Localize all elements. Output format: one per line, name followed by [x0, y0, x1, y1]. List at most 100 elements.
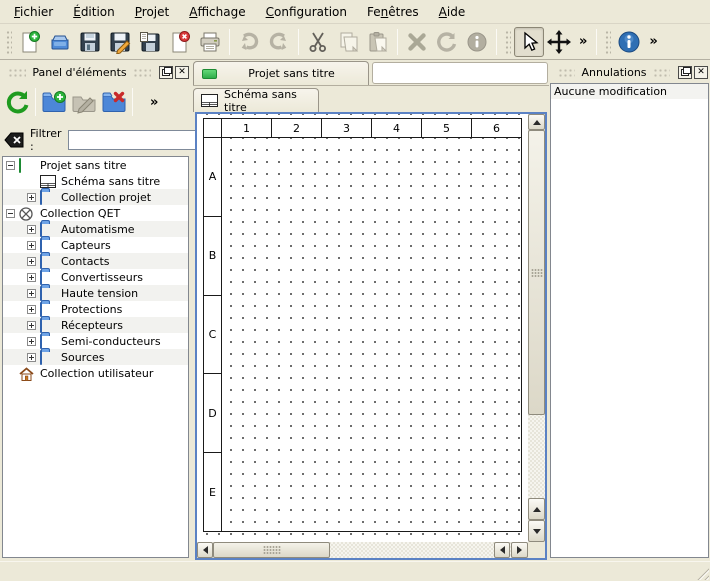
toolbar-overflow-button[interactable]: »	[574, 34, 592, 49]
expand-icon[interactable]	[27, 321, 36, 330]
tree-item-contacts[interactable]: Contacts	[3, 253, 188, 269]
tree-item-projet-sans-titre[interactable]: Projet sans titre	[3, 157, 188, 173]
undo-icon	[237, 30, 261, 54]
redo-button[interactable]	[264, 27, 294, 57]
print-button[interactable]	[195, 27, 225, 57]
undo-list-item[interactable]: Aucune modification	[551, 84, 708, 99]
new-document-button[interactable]	[15, 27, 45, 57]
expand-icon[interactable]	[27, 305, 36, 314]
expand-icon[interactable]	[27, 225, 36, 234]
schema-icon	[201, 94, 218, 107]
expand-icon[interactable]	[27, 353, 36, 362]
tree-item-collection-projet[interactable]: Collection projet	[3, 189, 188, 205]
column-header: 1	[222, 119, 272, 137]
horizontal-scrollbar[interactable]	[197, 542, 528, 558]
scroll-up-button-2[interactable]	[528, 498, 545, 520]
toolbar-overflow-button[interactable]: »	[644, 34, 662, 49]
arrow-down-icon	[533, 529, 541, 534]
expand-icon[interactable]	[27, 241, 36, 250]
toolbar-separator	[397, 29, 398, 55]
expand-icon[interactable]	[27, 257, 36, 266]
save-as-button[interactable]	[105, 27, 135, 57]
delete-icon	[405, 30, 429, 54]
save-all-button[interactable]	[135, 27, 165, 57]
vertical-scrollbar[interactable]	[528, 114, 545, 542]
tree-item-protections[interactable]: Protections	[3, 301, 188, 317]
scroll-right-button[interactable]	[511, 542, 528, 558]
clear-filter-icon[interactable]	[4, 132, 24, 148]
undo-panel-dock: Annulations ✕ Aucune modification	[550, 62, 710, 561]
copy-button[interactable]	[333, 27, 363, 57]
menu-fenetres[interactable]: Fenêtres	[357, 2, 429, 22]
paste-button[interactable]	[363, 27, 393, 57]
collapse-icon[interactable]	[6, 209, 15, 218]
delete-category-button[interactable]	[99, 87, 129, 117]
menu-edition[interactable]: Édition	[63, 2, 125, 22]
folder-icon	[40, 319, 56, 332]
menu-configuration[interactable]: Configuration	[256, 2, 357, 22]
horizontal-scrollbar-thumb[interactable]	[213, 542, 330, 558]
element-info-button[interactable]	[462, 27, 492, 57]
tree-item-automatisme[interactable]: Automatisme	[3, 221, 188, 237]
menu-fichier[interactable]: Fichier	[4, 2, 63, 22]
delete-button[interactable]	[402, 27, 432, 57]
pan-view-button[interactable]	[544, 27, 574, 57]
dock-handle	[558, 67, 575, 77]
close-panel-button[interactable]: ✕	[694, 66, 708, 79]
tree-item-collection-utilisateur[interactable]: Collection utilisateur	[3, 365, 188, 381]
expand-icon[interactable]	[27, 273, 36, 282]
about-info-button[interactable]	[614, 27, 644, 57]
menu-aide[interactable]: Aide	[429, 2, 476, 22]
tree-item-recepteurs[interactable]: Récepteurs	[3, 317, 188, 333]
tree-item-sources[interactable]: Sources	[3, 349, 188, 365]
menu-affichage[interactable]: Affichage	[179, 2, 255, 22]
pointer-icon	[517, 30, 541, 54]
resize-grip[interactable]	[694, 565, 709, 580]
toolbar-handle[interactable]	[5, 29, 12, 55]
toolbar-separator	[35, 88, 36, 116]
collapse-icon[interactable]	[6, 161, 15, 170]
undo-history-list[interactable]: Aucune modification	[550, 83, 709, 558]
tab-projet-sans-titre[interactable]: Projet sans titre	[193, 61, 369, 85]
scroll-down-button[interactable]	[528, 520, 545, 542]
new-category-button[interactable]	[39, 87, 69, 117]
undo-panel-titlebar[interactable]: Annulations ✕	[552, 62, 708, 82]
open-button[interactable]	[45, 27, 75, 57]
project-tab-label: Projet sans titre	[223, 67, 360, 80]
float-panel-button[interactable]	[159, 66, 173, 79]
diagram-view[interactable]: 1 2 3 4 5 6 A B C D E	[195, 112, 547, 560]
scroll-up-button[interactable]	[528, 114, 545, 130]
diagram-scene[interactable]: 1 2 3 4 5 6 A B C D E	[197, 114, 528, 542]
menu-projet[interactable]: Projet	[125, 2, 179, 22]
tree-item-semi-conducteurs[interactable]: Semi-conducteurs	[3, 333, 188, 349]
close-document-button[interactable]	[165, 27, 195, 57]
close-icon: ✕	[178, 68, 186, 77]
edit-category-button[interactable]	[69, 87, 99, 117]
tab-schema-sans-titre[interactable]: Schéma sans titre	[193, 88, 319, 112]
close-panel-button[interactable]: ✕	[175, 66, 189, 79]
scroll-left-button[interactable]	[197, 542, 213, 558]
expand-icon[interactable]	[27, 193, 36, 202]
tree-item-schema-sans-titre[interactable]: Schéma sans titre	[3, 173, 188, 189]
toolbar-handle[interactable]	[504, 29, 511, 55]
elements-panel-titlebar[interactable]: Panel d'éléments ✕	[2, 62, 189, 82]
cut-button[interactable]	[303, 27, 333, 57]
save-button[interactable]	[75, 27, 105, 57]
expand-icon[interactable]	[27, 337, 36, 346]
tree-item-haute-tension[interactable]: Haute tension	[3, 285, 188, 301]
undo-button[interactable]	[234, 27, 264, 57]
rotate-button[interactable]	[432, 27, 462, 57]
vertical-scrollbar-thumb[interactable]	[528, 130, 545, 415]
tree-item-convertisseurs[interactable]: Convertisseurs	[3, 269, 188, 285]
row-header: E	[204, 453, 221, 531]
select-pointer-button[interactable]	[514, 27, 544, 57]
tree-item-capteurs[interactable]: Capteurs	[3, 237, 188, 253]
tree-item-collection-qet[interactable]: Collection QET	[3, 205, 188, 221]
expand-icon[interactable]	[27, 289, 36, 298]
cut-icon	[306, 30, 330, 54]
reload-collections-button[interactable]	[2, 87, 32, 117]
panel-toolbar-overflow-button[interactable]: »	[150, 95, 158, 110]
float-panel-button[interactable]	[678, 66, 692, 79]
scroll-left-button-2[interactable]	[494, 542, 510, 558]
toolbar-handle[interactable]	[604, 29, 611, 55]
